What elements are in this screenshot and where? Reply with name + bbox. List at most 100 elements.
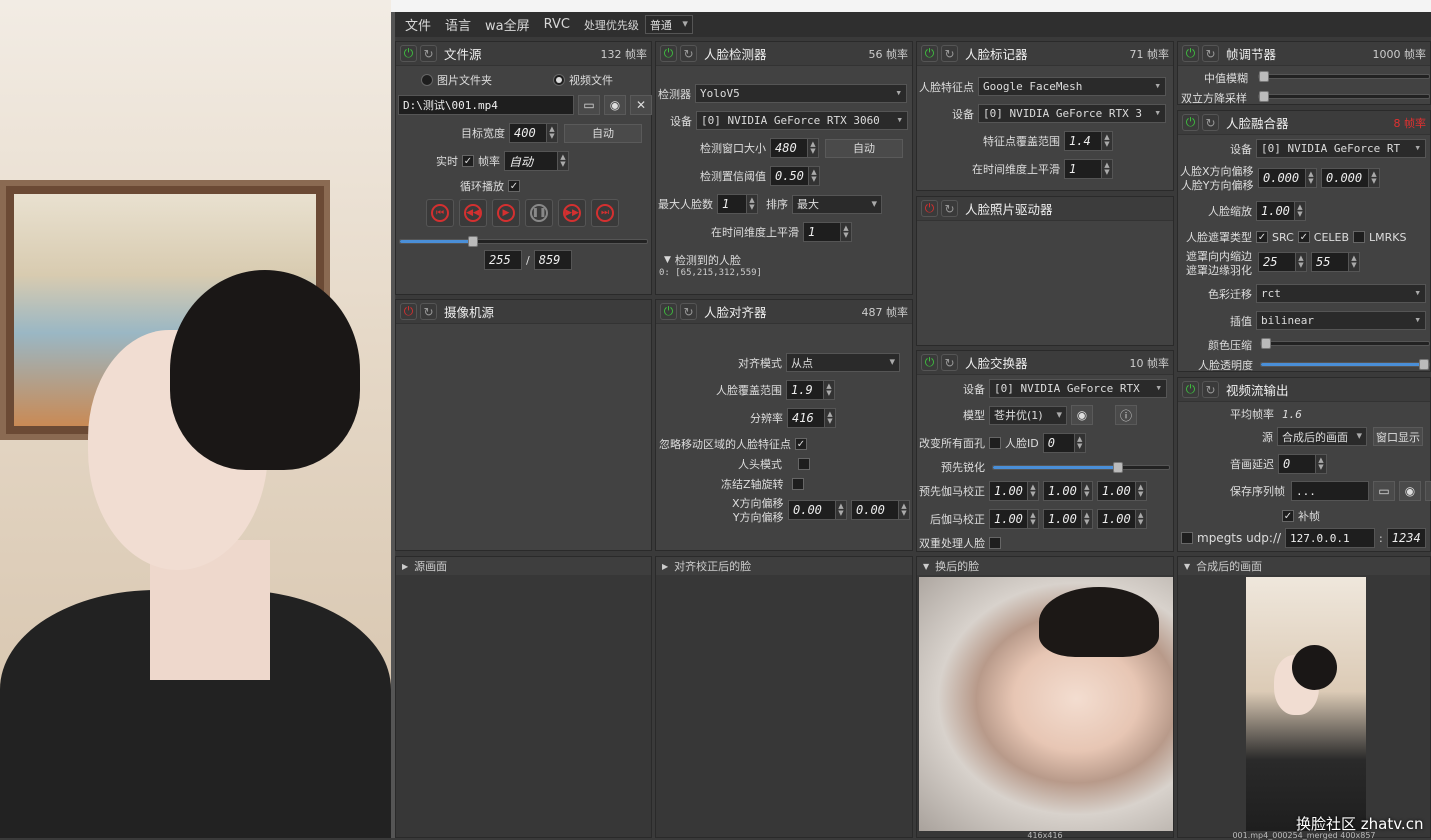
head-mode-checkbox[interactable] <box>798 458 810 470</box>
power-icon[interactable]: ⏻ <box>660 45 677 62</box>
rewind-button[interactable]: ◀◀ <box>459 199 487 227</box>
menu-file[interactable]: 文件 <box>405 15 431 34</box>
radio-video-file[interactable] <box>553 74 565 86</box>
power-icon[interactable]: ⏻ <box>1182 381 1199 398</box>
power-icon[interactable]: ⏻ <box>1182 45 1199 62</box>
first-frame-button[interactable]: ⏮ <box>426 199 454 227</box>
current-frame-field[interactable]: 255 <box>484 250 522 270</box>
detector-select[interactable]: YoloV5 <box>695 84 907 103</box>
mask-blur-spin[interactable]: 55 ▲ ▼ <box>1311 252 1360 272</box>
color-compress-slider[interactable] <box>1260 338 1430 349</box>
median-blur-slider[interactable] <box>1258 71 1430 82</box>
frame-slider[interactable] <box>399 236 648 247</box>
close-icon[interactable]: ✕ <box>1425 481 1431 501</box>
folder-icon[interactable]: ▭ <box>1373 481 1395 501</box>
power-icon[interactable]: ⏻ <box>1182 114 1199 131</box>
refresh-icon[interactable]: ↻ <box>420 303 437 320</box>
freeze-z-checkbox[interactable] <box>791 478 804 490</box>
refresh-icon[interactable]: ↻ <box>941 354 958 371</box>
menu-rvc[interactable]: RVC <box>544 17 570 32</box>
color-transfer-select[interactable]: rct <box>1256 284 1426 303</box>
folder-icon[interactable]: ▭ <box>578 95 600 115</box>
pre-gamma-g-spin[interactable]: 1.00 ▲ ▼ <box>1042 481 1093 501</box>
downsample-slider[interactable] <box>1258 91 1430 102</box>
chevron-down-icon[interactable]: ▼ <box>1184 562 1190 571</box>
resolution-spin[interactable]: 416 ▲ ▼ <box>787 408 836 428</box>
post-gamma-g-spin[interactable]: 1.00 ▲ ▼ <box>1042 509 1093 529</box>
eye-icon[interactable]: ◉ <box>604 95 626 115</box>
ip-input[interactable]: 127.0.0.1 <box>1285 528 1376 548</box>
forward-button[interactable]: ▶▶ <box>558 199 586 227</box>
auto-window-button[interactable]: 自动 <box>825 138 903 158</box>
port-field[interactable]: 1234 <box>1386 528 1426 548</box>
menu-language[interactable]: 语言 <box>445 15 471 34</box>
eye-icon[interactable]: ◉ <box>1399 481 1421 501</box>
power-icon[interactable]: ⏻ <box>660 303 677 320</box>
landmarks-select[interactable]: Google FaceMesh <box>978 77 1166 96</box>
window-display-button[interactable]: 窗口显示 <box>1373 427 1423 446</box>
realtime-checkbox[interactable]: ✓ <box>462 155 474 167</box>
y-offset-spin[interactable]: 0.000 ▲ ▼ <box>1321 168 1380 188</box>
presharpen-slider[interactable] <box>992 462 1170 473</box>
power-icon[interactable]: ⏻ <box>921 45 938 62</box>
mask-src-checkbox[interactable]: ✓ <box>1256 231 1268 243</box>
fill-frames-checkbox[interactable]: ✓ <box>1282 510 1294 522</box>
face-scale-spin[interactable]: 1.00 ▲ ▼ <box>1256 201 1306 221</box>
chevron-right-icon[interactable]: ▶ <box>662 562 668 571</box>
menu-fullscreen[interactable]: wa全屏 <box>485 15 530 34</box>
auto-width-button[interactable]: 自动 <box>564 123 642 143</box>
mpegts-checkbox[interactable] <box>1181 532 1193 544</box>
window-size-spin[interactable]: 480 ▲ ▼ <box>770 138 819 158</box>
x-offset-spin[interactable]: 0.00 ▲ ▼ <box>788 500 847 520</box>
eye-icon[interactable]: ◉ <box>1071 405 1093 425</box>
radio-image-folder[interactable] <box>421 74 433 86</box>
close-icon[interactable]: ✕ <box>630 95 652 115</box>
mask-celeb-checkbox[interactable]: ✓ <box>1297 231 1310 243</box>
save-path-input[interactable]: ... <box>1291 481 1369 501</box>
power-icon[interactable]: ⏻ <box>921 200 938 217</box>
power-icon[interactable]: ⏻ <box>400 303 417 320</box>
device-select[interactable]: [0] NVIDIA GeForce RTX <box>989 379 1167 398</box>
refresh-icon[interactable]: ↻ <box>1202 381 1219 398</box>
last-frame-button[interactable]: ⏭ <box>591 199 619 227</box>
refresh-icon[interactable]: ↻ <box>1202 114 1219 131</box>
info-icon[interactable]: ⓘ <box>1115 405 1137 425</box>
mask-erode-spin[interactable]: 25 ▲ ▼ <box>1258 252 1307 272</box>
output-source-select[interactable]: 合成后的画面 <box>1277 427 1367 446</box>
coverage-spin[interactable]: 1.9 ▲ ▼ <box>786 380 835 400</box>
refresh-icon[interactable]: ↻ <box>680 45 697 62</box>
chevron-down-icon[interactable]: ▼ <box>664 255 671 265</box>
interpolation-select[interactable]: bilinear <box>1256 311 1426 330</box>
refresh-icon[interactable]: ↻ <box>941 200 958 217</box>
chevron-down-icon[interactable]: ▼ <box>923 562 929 571</box>
exclude-moving-checkbox[interactable]: ✓ <box>795 438 807 450</box>
priority-select[interactable]: 普通 <box>644 15 693 34</box>
fps-spin[interactable]: 自动 ▲ ▼ <box>504 151 569 171</box>
temporal-smooth-spin[interactable]: 1 ▲ ▼ <box>803 222 852 242</box>
post-gamma-b-spin[interactable]: 1.00 ▲ ▼ <box>1096 509 1147 529</box>
pre-gamma-b-spin[interactable]: 1.00 ▲ ▼ <box>1096 481 1147 501</box>
target-width-spin[interactable]: 400 ▲ ▼ <box>509 123 558 143</box>
power-icon[interactable]: ⏻ <box>400 45 417 62</box>
morph-all-checkbox[interactable] <box>989 437 1001 449</box>
temporal-smooth-spin[interactable]: 1 ▲ ▼ <box>1064 159 1113 179</box>
x-offset-spin[interactable]: 0.000 ▲ ▼ <box>1258 168 1317 188</box>
device-select[interactable]: [0] NVIDIA GeForce RTX 3060 <box>696 111 908 130</box>
device-select[interactable]: [0] NVIDIA GeForce RT <box>1256 139 1426 158</box>
align-mode-select[interactable]: 从点 <box>786 353 900 372</box>
pause-button[interactable]: ❚❚ <box>525 199 553 227</box>
face-opacity-slider[interactable] <box>1260 359 1430 370</box>
refresh-icon[interactable]: ↻ <box>420 45 437 62</box>
two-pass-checkbox[interactable] <box>989 537 1001 549</box>
max-faces-spin[interactable]: 1 ▲ ▼ <box>717 194 758 214</box>
mask-lmrks-checkbox[interactable] <box>1353 231 1366 243</box>
landmark-coverage-spin[interactable]: 1.4 ▲ ▼ <box>1064 131 1113 151</box>
refresh-icon[interactable]: ↻ <box>1202 45 1219 62</box>
pre-gamma-r-spin[interactable]: 1.00 ▲ ▼ <box>989 481 1039 501</box>
y-offset-spin[interactable]: 0.00 ▲ ▼ <box>851 500 910 520</box>
post-gamma-r-spin[interactable]: 1.00 ▲ ▼ <box>989 509 1039 529</box>
power-icon[interactable]: ⏻ <box>921 354 938 371</box>
refresh-icon[interactable]: ↻ <box>680 303 697 320</box>
play-button[interactable]: ▶ <box>492 199 520 227</box>
threshold-spin[interactable]: 0.50 ▲ ▼ <box>770 166 820 186</box>
